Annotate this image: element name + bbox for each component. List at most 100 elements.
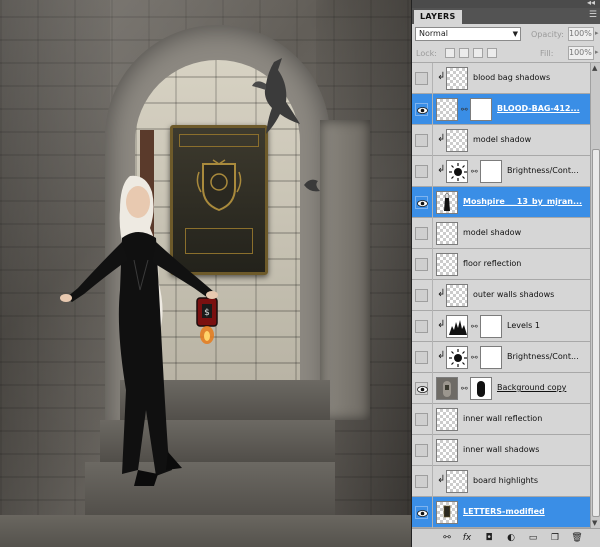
visibility-toggle[interactable] (415, 258, 428, 271)
levels-histogram-icon[interactable] (446, 315, 468, 338)
visibility-toggle[interactable] (415, 134, 428, 147)
trash-icon[interactable]: 🗑 (570, 532, 584, 545)
opacity-slider-icon[interactable]: ▸ (595, 29, 599, 37)
scrollbar-thumb[interactable] (592, 149, 600, 517)
transparent-thumbnail[interactable] (446, 67, 468, 90)
link-icon[interactable]: ⚯ (471, 322, 478, 331)
letters-thumbnail[interactable] (436, 501, 458, 524)
panel-tabbar: LAYERS ☰ (412, 8, 600, 24)
visibility-toggle[interactable] (415, 444, 428, 457)
visibility-toggle[interactable] (415, 289, 428, 302)
clipping-mask-icon: ↲ (437, 474, 446, 485)
document-canvas[interactable]: $ (0, 0, 411, 547)
scroll-up-icon[interactable]: ▲ (592, 64, 597, 72)
folder-icon[interactable]: ▭ (526, 532, 540, 545)
layer-row[interactable]: LETTERS-modified (412, 497, 590, 528)
tab-layers[interactable]: LAYERS (414, 10, 462, 24)
layer-name: inner wall shadows (463, 445, 540, 454)
opacity-field[interactable]: 100% (568, 27, 594, 41)
layer-row[interactable]: ⚯ Background copy (412, 373, 590, 404)
visibility-toggle[interactable] (415, 320, 428, 333)
visibility-toggle[interactable] (415, 165, 428, 178)
brightness-contrast-icon[interactable] (446, 160, 468, 183)
row-divider (432, 249, 433, 280)
layers-scrollbar[interactable]: ▲ ▼ (590, 63, 600, 528)
transparent-thumbnail[interactable] (446, 129, 468, 152)
layer-mask-thumbnail[interactable] (480, 160, 502, 183)
layer-row[interactable]: inner wall shadows (412, 435, 590, 466)
link-icon[interactable]: ⚯ (471, 167, 478, 176)
visibility-toggle[interactable] (415, 413, 428, 426)
scroll-down-icon[interactable]: ▼ (592, 519, 597, 527)
transparent-thumbnail[interactable] (436, 98, 458, 121)
layers-panel: ◂◂ LAYERS ☰ Normal ▼ Opacity: 100% ▸ Loc… (411, 0, 600, 547)
visibility-toggle[interactable] (415, 475, 428, 488)
row-divider (432, 187, 433, 218)
layer-name: Brightness/Cont... (507, 352, 579, 361)
small-bird-icon (304, 179, 320, 192)
layer-row[interactable]: ↲ ⚯ Brightness/Cont... (412, 156, 590, 187)
layer-row[interactable]: ↲ outer walls shadows (412, 280, 590, 311)
transparent-thumbnail[interactable] (436, 253, 458, 276)
visibility-toggle[interactable] (415, 103, 428, 116)
visibility-toggle[interactable] (415, 196, 428, 209)
fx-icon[interactable]: fx (460, 532, 474, 545)
link-icon[interactable]: ⚯ (440, 532, 454, 545)
mask-icon[interactable]: ◘ (482, 532, 496, 545)
figure-thumbnail[interactable] (436, 191, 458, 214)
brightness-contrast-icon[interactable] (446, 346, 468, 369)
layer-row[interactable]: ⚯ BLOOD-BAG-412... (412, 94, 590, 125)
blend-mode-select[interactable]: Normal ▼ (415, 27, 521, 41)
layer-name: model shadow (463, 228, 522, 237)
transparent-thumbnail[interactable] (436, 408, 458, 431)
link-icon[interactable]: ⚯ (471, 353, 478, 362)
panel-menu-icon[interactable]: ☰ (589, 10, 597, 20)
layer-name: blood bag shadows (473, 73, 551, 82)
layer-mask-thumbnail[interactable] (480, 346, 502, 369)
layer-mask-thumbnail[interactable] (480, 315, 502, 338)
layer-row[interactable]: ↲ ⚯ Brightness/Cont... (412, 342, 590, 373)
eye-icon (417, 107, 428, 114)
layer-name: Levels 1 (507, 321, 540, 330)
layer-row[interactable]: ↲ blood bag shadows (412, 63, 590, 94)
layer-name: LETTERS-modified (463, 507, 545, 516)
layer-row[interactable]: ↲ ⚯ Levels 1 (412, 311, 590, 342)
lock-transparent-pixels-icon[interactable] (445, 48, 455, 58)
transparent-thumbnail[interactable] (446, 284, 468, 307)
collapse-panel-icon[interactable]: ◂◂ (587, 0, 595, 7)
link-icon[interactable]: ⚯ (461, 384, 468, 393)
fill-slider-icon[interactable]: ▸ (595, 48, 599, 56)
row-divider (432, 218, 433, 249)
layer-mask-thumbnail[interactable] (470, 377, 492, 400)
transparent-thumbnail[interactable] (436, 222, 458, 245)
layer-row[interactable]: inner wall reflection (412, 404, 590, 435)
layer-name: Brightness/Cont... (507, 166, 579, 175)
layer-row[interactable]: Moshpire___13_by_mjran... (412, 187, 590, 218)
new-layer-icon[interactable]: ❐ (548, 532, 562, 545)
layer-row[interactable]: ↲ model shadow (412, 125, 590, 156)
visibility-toggle[interactable] (415, 227, 428, 240)
layer-row[interactable]: floor reflection (412, 249, 590, 280)
layer-row[interactable]: ↲ board highlights (412, 466, 590, 497)
visibility-toggle[interactable] (415, 72, 428, 85)
fill-field[interactable]: 100% (568, 46, 594, 60)
model-figure (60, 175, 218, 486)
visibility-toggle[interactable] (415, 506, 428, 519)
layer-row[interactable]: model shadow (412, 218, 590, 249)
row-divider (432, 497, 433, 528)
adjustment-icon[interactable]: ◐ (504, 532, 518, 545)
stone-pillar (320, 120, 370, 420)
lock-position-icon[interactable] (473, 48, 483, 58)
fill-label: Fill: (540, 49, 554, 58)
visibility-toggle[interactable] (415, 351, 428, 364)
layer-mask-thumbnail[interactable] (470, 98, 492, 121)
visibility-toggle[interactable] (415, 382, 428, 395)
transparent-thumbnail[interactable] (436, 439, 458, 462)
transparent-thumbnail[interactable] (446, 470, 468, 493)
blend-opacity-row: Normal ▼ Opacity: 100% ▸ (412, 24, 600, 44)
background-photo-thumbnail[interactable] (436, 377, 458, 400)
eye-icon (417, 386, 428, 393)
lock-image-pixels-icon[interactable] (459, 48, 469, 58)
lock-all-icon[interactable] (487, 48, 497, 58)
link-icon[interactable]: ⚯ (461, 105, 468, 114)
